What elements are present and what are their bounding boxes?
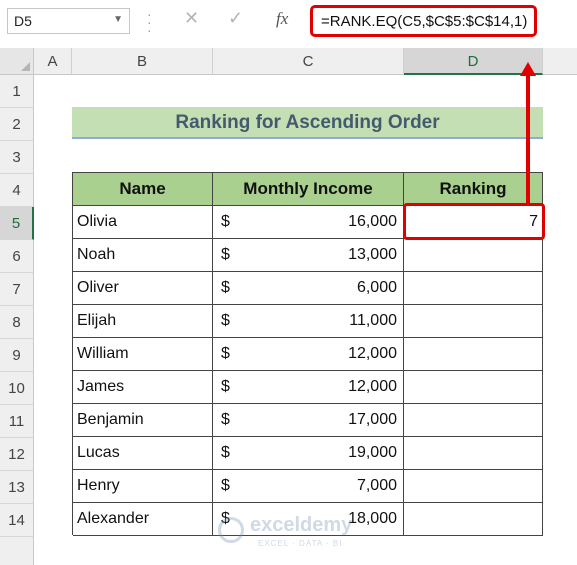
name-cell[interactable]: Noah <box>73 239 213 272</box>
header-monthly-income[interactable]: Monthly Income <box>213 173 404 206</box>
ranking-cell[interactable] <box>404 239 543 272</box>
income-cell[interactable]: $16,000 <box>213 206 404 239</box>
row-header-4[interactable]: 4 <box>0 174 34 207</box>
income-amount: 17,000 <box>348 411 397 428</box>
formula-bar: D5 ▼ · · · ✕ ✓ fx =RANK.EQ(C5,$C$5:$C$14,1… <box>0 0 577 48</box>
header-ranking[interactable]: Ranking <box>404 173 543 206</box>
currency-symbol: $ <box>221 477 230 494</box>
name-box[interactable]: D5 ▼ <box>7 8 130 34</box>
row-header-15[interactable] <box>0 537 34 565</box>
column-header-c[interactable]: C <box>213 48 404 75</box>
callout-arrow <box>526 74 530 205</box>
income-cell[interactable]: $12,000 <box>213 371 404 404</box>
income-amount: 11,000 <box>349 312 397 329</box>
row-header-3[interactable]: 3 <box>0 141 34 174</box>
name-cell[interactable]: Henry <box>73 470 213 503</box>
name-cell[interactable]: Alexander <box>73 503 213 536</box>
watermark-tagline: EXCEL · DATA · BI <box>258 539 343 548</box>
column-header-a[interactable]: A <box>34 48 72 75</box>
name-cell[interactable]: William <box>73 338 213 371</box>
row-header-1[interactable]: 1 <box>0 75 34 108</box>
ranking-cell[interactable] <box>404 305 543 338</box>
row-header-10[interactable]: 10 <box>0 372 34 405</box>
row-header-12[interactable]: 12 <box>0 438 34 471</box>
select-all-button[interactable] <box>0 48 34 75</box>
formula-text: =RANK.EQ(C5,$C$5:$C$14,1) <box>321 13 528 30</box>
name-box-value: D5 <box>14 13 32 29</box>
name-cell[interactable]: James <box>73 371 213 404</box>
income-cell[interactable]: $17,000 <box>213 404 404 437</box>
income-amount: 19,000 <box>348 444 397 461</box>
income-cell[interactable]: $12,000 <box>213 338 404 371</box>
worksheet: A B C D 1 2 3 4 5 6 7 8 9 10 11 12 13 14… <box>0 48 577 565</box>
column-header-e[interactable] <box>543 48 577 75</box>
watermark-brand: exceldemy <box>250 514 353 536</box>
formula-input[interactable]: =RANK.EQ(C5,$C$5:$C$14,1) <box>310 5 537 37</box>
name-cell[interactable]: Benjamin <box>73 404 213 437</box>
row-header-9[interactable]: 9 <box>0 339 34 372</box>
insert-function-icon[interactable]: fx <box>276 9 288 29</box>
income-amount: 16,000 <box>348 213 397 230</box>
name-cell[interactable]: Olivia <box>73 206 213 239</box>
income-amount: 12,000 <box>348 378 397 395</box>
currency-symbol: $ <box>221 213 230 230</box>
ranking-cell[interactable] <box>404 272 543 305</box>
income-cell[interactable]: $6,000 <box>213 272 404 305</box>
cancel-icon[interactable]: ✕ <box>184 8 199 29</box>
drag-handle-icon[interactable]: · · · <box>147 7 152 37</box>
row-header-14[interactable]: 14 <box>0 504 34 537</box>
ranking-cell[interactable] <box>404 404 543 437</box>
ranking-cell[interactable] <box>404 338 543 371</box>
arrow-up-icon <box>520 62 536 76</box>
ranking-cell[interactable] <box>404 371 543 404</box>
income-amount: 6,000 <box>356 279 397 296</box>
row-header-13[interactable]: 13 <box>0 471 34 504</box>
currency-symbol: $ <box>221 279 230 296</box>
enter-icon[interactable]: ✓ <box>228 8 243 29</box>
row-header-11[interactable]: 11 <box>0 405 34 438</box>
name-cell[interactable]: Lucas <box>73 437 213 470</box>
row-header-7[interactable]: 7 <box>0 273 34 306</box>
currency-symbol: $ <box>221 312 230 329</box>
row-header-6[interactable]: 6 <box>0 240 34 273</box>
column-header-b[interactable]: B <box>72 48 213 75</box>
exceldemy-watermark: exceldemy EXCEL · DATA · BI <box>218 512 378 552</box>
income-cell[interactable]: $13,000 <box>213 239 404 272</box>
income-cell[interactable]: $7,000 <box>213 470 404 503</box>
active-cell-highlight <box>403 203 545 240</box>
ranking-cell[interactable] <box>404 437 543 470</box>
exceldemy-logo-icon <box>218 517 244 543</box>
row-header-8[interactable]: 8 <box>0 306 34 339</box>
income-amount: 13,000 <box>348 246 397 263</box>
income-amount: 7,000 <box>356 477 397 494</box>
row-header-5[interactable]: 5 <box>0 207 34 240</box>
sheet-title[interactable]: Ranking for Ascending Order <box>72 107 543 139</box>
currency-symbol: $ <box>221 378 230 395</box>
row-header-2[interactable]: 2 <box>0 108 34 141</box>
currency-symbol: $ <box>221 411 230 428</box>
name-cell[interactable]: Oliver <box>73 272 213 305</box>
income-cell[interactable]: $11,000 <box>213 305 404 338</box>
name-cell[interactable]: Elijah <box>73 305 213 338</box>
currency-symbol: $ <box>221 345 230 362</box>
currency-symbol: $ <box>221 444 230 461</box>
ranking-cell[interactable] <box>404 503 543 536</box>
chevron-down-icon[interactable]: ▼ <box>113 14 123 25</box>
ranking-cell[interactable] <box>404 470 543 503</box>
income-amount: 12,000 <box>348 345 397 362</box>
header-name[interactable]: Name <box>73 173 213 206</box>
currency-symbol: $ <box>221 246 230 263</box>
income-cell[interactable]: $19,000 <box>213 437 404 470</box>
